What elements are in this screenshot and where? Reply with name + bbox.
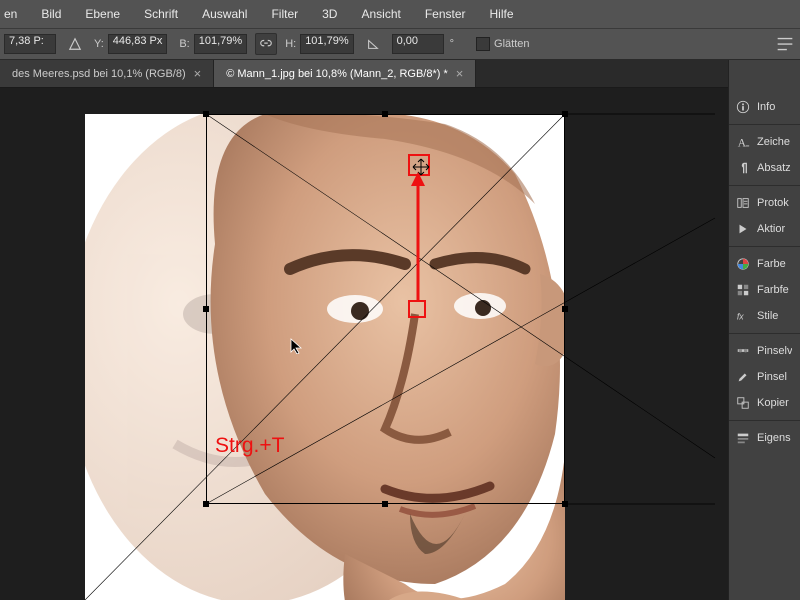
menu-item-view[interactable]: Ansicht <box>349 3 412 25</box>
antialias-label: Glätten <box>494 38 529 50</box>
panel-label: Info <box>757 101 775 113</box>
paragraph-icon <box>735 160 751 176</box>
menu-item-3d[interactable]: 3D <box>310 3 349 25</box>
menu-item-window[interactable]: Fenster <box>413 3 478 25</box>
transform-handle[interactable] <box>562 111 568 117</box>
interpolation-field: Glätten <box>472 37 533 51</box>
panel-styles[interactable]: fx Stile <box>729 303 800 329</box>
main-menu-bar: en Bild Ebene Schrift Auswahl Filter 3D … <box>0 0 800 28</box>
transform-handle[interactable] <box>562 501 568 507</box>
w-value[interactable]: 101,79% <box>194 34 247 54</box>
close-icon[interactable]: × <box>194 66 202 81</box>
transform-handle[interactable] <box>382 111 388 117</box>
transform-handle[interactable] <box>382 501 388 507</box>
transform-handle[interactable] <box>562 306 568 312</box>
w-label: B: <box>179 38 189 50</box>
annotation-shortcut-label: Strg.+T <box>215 434 284 458</box>
panel-label: Pinselv <box>757 345 792 357</box>
angle-value[interactable]: 0,00 <box>392 34 444 54</box>
panel-label: Protok <box>757 197 789 209</box>
panel-character[interactable]: A Zeiche <box>729 129 800 155</box>
angle-field: 0,00 ° <box>388 34 458 54</box>
panel-label: Absatz <box>757 162 791 174</box>
properties-icon <box>735 430 751 446</box>
workspace-switcher-icon[interactable] <box>774 30 796 58</box>
menu-item-help[interactable]: Hilfe <box>478 3 526 25</box>
height-field: H: 101,79% <box>281 34 357 54</box>
menu-item-filter[interactable]: Filter <box>259 3 310 25</box>
document-tab-bar: des Meeres.psd bei 10,1% (RGB/8) × © Man… <box>0 60 800 88</box>
menu-item-type[interactable]: Schrift <box>132 3 190 25</box>
document-canvas[interactable] <box>85 114 565 600</box>
document-tab-active[interactable]: © Mann_1.jpg bei 10,8% (Mann_2, RGB/8*) … <box>214 60 476 87</box>
angle-icon <box>362 37 384 51</box>
transform-handle[interactable] <box>203 111 209 117</box>
x-position-field: 7,38 P: <box>0 34 60 54</box>
h-value[interactable]: 101,79% <box>300 34 353 54</box>
panel-brush-presets[interactable]: Pinselv <box>729 338 800 364</box>
x-value[interactable]: 7,38 P: <box>4 34 56 54</box>
panel-brush[interactable]: Pinsel <box>729 364 800 390</box>
y-value[interactable]: 446,83 Px <box>108 34 168 54</box>
h-label: H: <box>285 38 296 50</box>
color-icon <box>735 256 751 272</box>
styles-icon: fx <box>735 308 751 324</box>
image-content <box>85 114 565 600</box>
panel-properties[interactable]: Eigens <box>729 425 800 451</box>
antialias-checkbox[interactable] <box>476 37 490 51</box>
panel-label: Pinsel <box>757 371 787 383</box>
y-position-field: Y: 446,83 Px <box>90 34 171 54</box>
panel-label: Aktior <box>757 223 785 235</box>
y-label: Y: <box>94 38 104 50</box>
menu-item-edit[interactable]: en <box>0 3 29 25</box>
panel-label: Farbfe <box>757 284 789 296</box>
menu-item-image[interactable]: Bild <box>29 3 73 25</box>
annotation-arrow <box>405 172 431 306</box>
document-tab-inactive[interactable]: des Meeres.psd bei 10,1% (RGB/8) × <box>0 60 214 87</box>
panel-label: Farbe <box>757 258 786 270</box>
panel-label: Kopier <box>757 397 789 409</box>
close-icon[interactable]: × <box>456 66 464 81</box>
panel-swatches[interactable]: Farbfe <box>729 277 800 303</box>
swatches-icon <box>735 282 751 298</box>
panel-history[interactable]: Protok <box>729 190 800 216</box>
panel-paragraph[interactable]: Absatz <box>729 155 800 181</box>
transform-options-bar: 7,38 P: Y: 446,83 Px B: 101,79% H: 101,7… <box>0 28 800 60</box>
actions-icon <box>735 221 751 237</box>
svg-text:A: A <box>738 137 747 149</box>
transform-handle[interactable] <box>203 306 209 312</box>
panel-label: Zeiche <box>757 136 790 148</box>
canvas-workspace[interactable]: Strg.+T <box>0 88 728 600</box>
panel-actions[interactable]: Aktior <box>729 216 800 242</box>
tab-label: © Mann_1.jpg bei 10,8% (Mann_2, RGB/8*) … <box>226 68 448 80</box>
panel-dock: Info A Zeiche Absatz Protok Aktior Farbe… <box>728 60 800 600</box>
mouse-cursor-icon <box>290 338 302 354</box>
brush-presets-icon <box>735 343 751 359</box>
svg-text:fx: fx <box>737 312 744 322</box>
clone-source-icon <box>735 395 751 411</box>
menu-item-select[interactable]: Auswahl <box>190 3 259 25</box>
relative-position-toggle[interactable] <box>64 37 86 51</box>
panel-color[interactable]: Farbe <box>729 251 800 277</box>
menu-item-layer[interactable]: Ebene <box>73 3 132 25</box>
character-icon: A <box>735 134 751 150</box>
width-field: B: 101,79% <box>175 34 251 54</box>
brush-icon <box>735 369 751 385</box>
link-aspect-ratio-icon[interactable] <box>255 33 277 55</box>
panel-label: Eigens <box>757 432 791 444</box>
panel-clone-source[interactable]: Kopier <box>729 390 800 416</box>
panel-label: Stile <box>757 310 778 322</box>
info-icon <box>735 99 751 115</box>
history-icon <box>735 195 751 211</box>
transform-handle[interactable] <box>203 501 209 507</box>
tab-label: des Meeres.psd bei 10,1% (RGB/8) <box>12 68 186 80</box>
panel-info[interactable]: Info <box>729 94 800 120</box>
